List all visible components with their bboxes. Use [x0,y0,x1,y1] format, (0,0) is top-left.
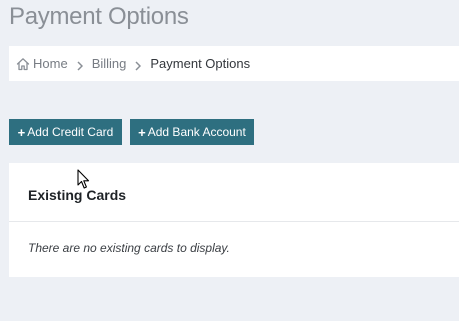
page-title: Payment Options [9,3,189,30]
add-bank-account-button[interactable]: + Add Bank Account [130,119,254,145]
add-credit-card-button[interactable]: + Add Credit Card [9,119,122,145]
mouse-pointer-icon [77,169,91,190]
plus-icon: + [138,124,146,140]
add-credit-card-label: Add Credit Card [27,125,114,139]
home-icon [16,57,30,71]
plus-icon: + [17,124,26,140]
breadcrumb-home[interactable]: Home [16,56,68,71]
empty-state-message: There are no existing cards to display. [28,241,230,255]
breadcrumb-home-label: Home [33,56,68,71]
chevron-right-icon [77,59,83,71]
add-bank-account-label: Add Bank Account [147,125,246,139]
chevron-right-icon [135,59,142,71]
breadcrumb-current: Payment Options [150,56,251,71]
breadcrumb: Home Billing Payment Options [9,46,459,81]
breadcrumb-billing[interactable]: Billing [92,56,127,71]
